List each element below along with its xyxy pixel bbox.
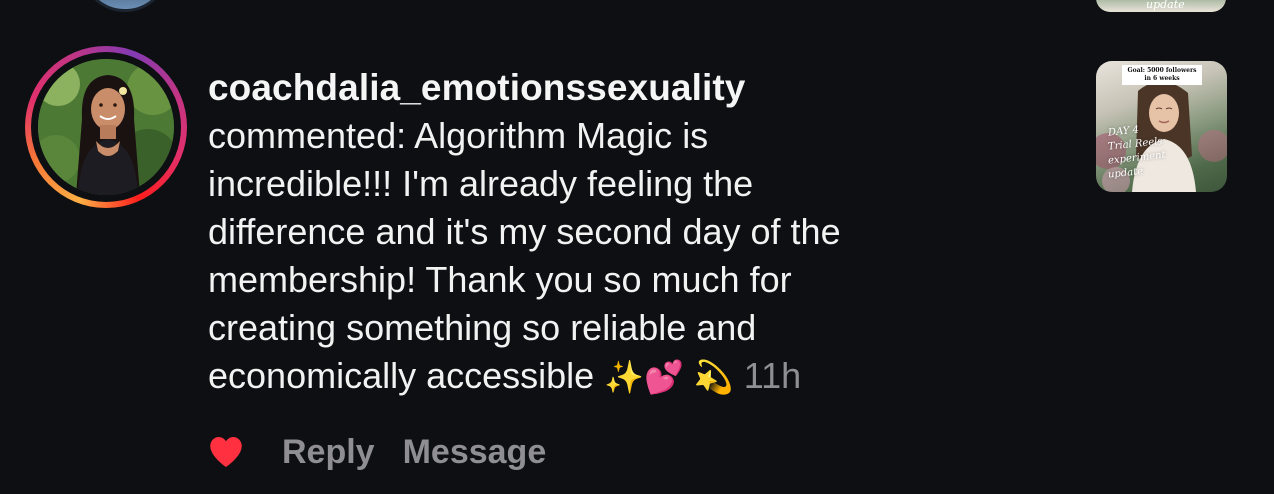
- timestamp: 11h: [743, 355, 802, 396]
- previous-avatar[interactable]: [82, 0, 168, 12]
- sparkles-emoji: ✨: [604, 359, 645, 395]
- message-button[interactable]: Message: [403, 433, 547, 472]
- comment-line: commented: Algorithm Magic is: [208, 115, 709, 156]
- previous-thumbnail-text: update: [1146, 0, 1185, 11]
- dizzy-emoji: 💫: [693, 359, 734, 395]
- thumbnail-caption: DAY 4 Trial Reels experiment update: [1108, 123, 1178, 180]
- comment-actions: Reply Message: [208, 428, 574, 476]
- comment-line: difference and it's my second day of the: [208, 211, 841, 252]
- comment-last-line: economically accessible ✨💕 💫 11h: [208, 352, 1028, 401]
- post-thumbnail[interactable]: Goal: 5000 followers in 6 weeks DAY 4 Tr…: [1096, 61, 1227, 192]
- comment-line: creating something so reliable and: [208, 307, 757, 348]
- comment-line: incredible!!! I'm already feeling the: [208, 163, 754, 204]
- avatar-story-ring[interactable]: [25, 46, 187, 208]
- activity-notification: update coachdalia_emotionssexuality comm…: [0, 0, 1274, 494]
- avatar-portrait-icon: [38, 59, 174, 195]
- two-hearts-emoji: 💕: [644, 359, 684, 395]
- thumbnail-banner: Goal: 5000 followers in 6 weeks: [1122, 65, 1202, 85]
- comment-line: membership! Thank you so much for: [208, 259, 792, 300]
- banner-line: Goal: 5000 followers: [1127, 67, 1197, 74]
- avatar[interactable]: [38, 59, 174, 195]
- banner-line: in 6 weeks: [1144, 75, 1180, 82]
- username[interactable]: coachdalia_emotionssexuality: [208, 64, 1028, 112]
- previous-post-thumbnail[interactable]: update: [1096, 0, 1226, 12]
- heart-icon[interactable]: [208, 435, 244, 469]
- comment-block: coachdalia_emotionssexuality commented: …: [208, 64, 1028, 401]
- reply-button[interactable]: Reply: [282, 433, 375, 472]
- comment-line: economically accessible: [208, 355, 595, 396]
- comment-text: commented: Algorithm Magic is incredible…: [208, 112, 1028, 401]
